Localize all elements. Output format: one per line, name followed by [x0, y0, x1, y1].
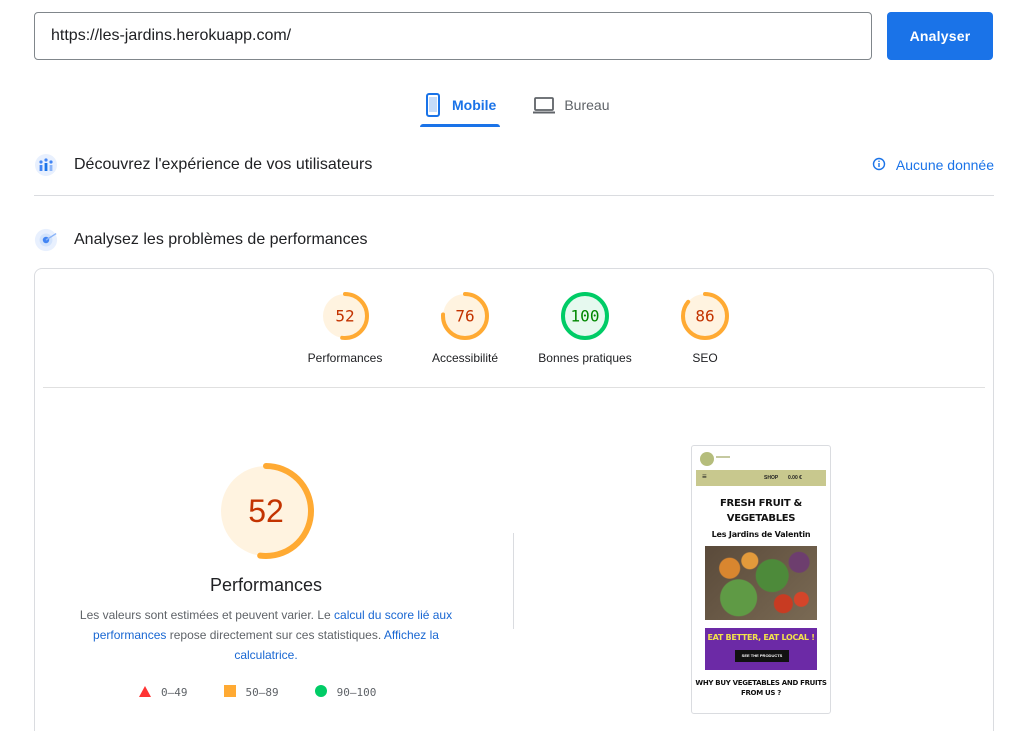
site-heading: FRESH FRUIT & VEGETABLES: [720, 498, 802, 524]
gauge-best-practices-score: 100: [571, 307, 600, 326]
gauge-accessibility-label: Accessibilité: [431, 351, 499, 365]
page-screenshot: ≡ SHOP 0.00 € FRESH FRUIT & VEGETABLES L…: [691, 445, 831, 714]
circle-icon: [314, 685, 327, 700]
site-banner-button: SEE THE PRODUCTS: [735, 650, 789, 662]
site-logo-icon: [700, 452, 714, 466]
analyze-button[interactable]: Analyser: [887, 12, 993, 60]
vegetables-photo: [705, 546, 817, 620]
legend-fail: 0–49: [139, 685, 188, 700]
gauge-accessibility-ring: 76: [441, 292, 489, 340]
legend-pass: 90–100: [314, 685, 377, 700]
info-icon: [872, 157, 886, 174]
section-divider: [34, 195, 994, 196]
hamburger-menu-icon: ≡: [702, 472, 707, 481]
score-description: Les valeurs sont estimées et peuvent var…: [75, 605, 457, 665]
main-performance-score: 52: [248, 493, 284, 529]
site-nav-cart: 0.00 €: [788, 475, 802, 481]
site-logo-text: [716, 456, 730, 458]
gauge-seo-label: SEO: [692, 351, 718, 365]
description-text-2: repose directement sur ces statistiques.: [166, 628, 384, 642]
no-data-label: Aucune donnée: [895, 157, 994, 173]
lab-target-icon: [34, 228, 58, 252]
laptop-icon: [532, 93, 556, 117]
gauge-seo-ring: 86: [681, 292, 729, 340]
vertical-divider: [513, 533, 514, 629]
tab-desktop-label: Bureau: [564, 97, 610, 113]
lab-data-section: Analysez les problèmes de performances: [34, 225, 994, 255]
main-performance-gauge: 52: [216, 461, 316, 566]
device-tabs: Mobile Bureau: [420, 84, 644, 128]
gauge-accessibility-score: 76: [455, 307, 474, 326]
triangle-icon: [139, 685, 151, 700]
gauge-performance-score: 52: [335, 307, 354, 326]
gauge-performance-label: Performances: [307, 351, 383, 365]
tab-mobile[interactable]: Mobile: [420, 84, 501, 127]
legend-fail-range: 0–49: [161, 686, 188, 699]
users-chart-icon: [34, 153, 58, 177]
description-text-1: Les valeurs sont estimées et peuvent var…: [79, 608, 335, 622]
gauge-performance[interactable]: 52 Performances: [285, 291, 405, 365]
gauge-seo[interactable]: 86 SEO: [645, 291, 765, 365]
site-subheading: Les Jardins de Valentin: [711, 530, 811, 539]
gauge-best-practices[interactable]: 100 Bonnes pratiques: [525, 291, 645, 365]
smartphone-icon: [422, 93, 444, 117]
url-input[interactable]: [34, 12, 872, 60]
field-data-title: Découvrez l'expérience de vos utilisateu…: [74, 156, 373, 173]
legend-average: 50–89: [223, 685, 279, 700]
main-performance-ring: 52: [218, 463, 314, 559]
site-nav-shop: SHOP: [764, 475, 779, 481]
score-legend: 0–49 50–89 90–100: [139, 685, 376, 700]
gauge-best-practices-label: Bonnes pratiques: [538, 351, 632, 365]
site-banner: EAT BETTER, EAT LOCAL ! SEE THE PRODUCTS: [705, 628, 817, 670]
gauge-accessibility[interactable]: 76 Accessibilité: [405, 291, 525, 365]
gauges-divider: [43, 387, 985, 388]
tab-mobile-label: Mobile: [452, 97, 497, 113]
no-data-link[interactable]: Aucune donnée: [872, 157, 994, 174]
tab-desktop[interactable]: Bureau: [530, 84, 611, 126]
gauge-seo-score: 86: [695, 307, 714, 326]
report-card: 52 Performances 76 Accessibilité 100 Bon…: [34, 268, 994, 731]
gauge-performance-ring: 52: [321, 292, 369, 340]
category-gauges: 52 Performances 76 Accessibilité 100 Bon…: [285, 291, 765, 365]
lab-data-title: Analysez les problèmes de performances: [74, 231, 368, 248]
legend-pass-range: 90–100: [336, 686, 377, 699]
field-data-section: Découvrez l'expérience de vos utilisateu…: [34, 150, 994, 180]
square-icon: [223, 685, 236, 700]
legend-average-range: 50–89: [245, 686, 279, 699]
site-section-heading: WHY BUY VEGETABLES AND FRUITS FROM US ?: [695, 679, 827, 697]
gauge-best-practices-ring: 100: [561, 292, 609, 340]
site-banner-text: EAT BETTER, EAT LOCAL !: [707, 633, 815, 642]
main-performance-title: Performances: [209, 575, 323, 595]
site-nav-bar: ≡ SHOP 0.00 €: [696, 470, 826, 486]
